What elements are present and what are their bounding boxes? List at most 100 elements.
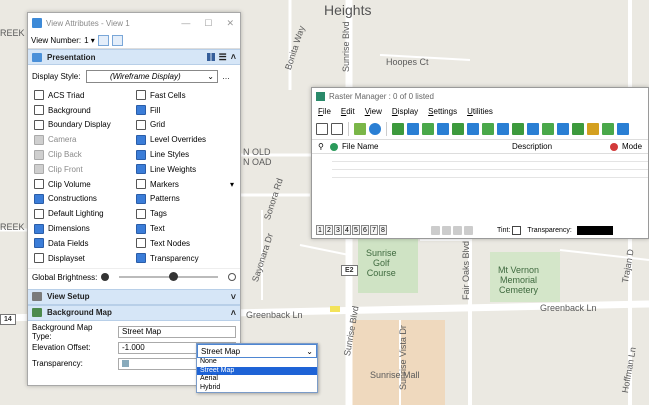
menu-display[interactable]: Display: [392, 107, 418, 116]
view-toggle-2[interactable]: 2: [325, 225, 333, 235]
background-map-type-field[interactable]: Street Map: [118, 325, 236, 338]
file-name-column-header[interactable]: File Name: [342, 142, 512, 151]
raster-list-row[interactable]: [332, 154, 648, 162]
attach-raster-icon[interactable]: [354, 122, 366, 135]
view-toggle-5[interactable]: 5: [352, 225, 360, 235]
presentation-section-header[interactable]: Presentation ☰ ˄: [28, 49, 240, 65]
sort-icon[interactable]: [331, 122, 343, 135]
raster-tool-5-icon[interactable]: [452, 122, 464, 135]
global-brightness-knob[interactable]: [168, 272, 178, 282]
raster-tool-1-icon[interactable]: [392, 122, 404, 135]
attribute-line-styles[interactable]: Line Styles: [136, 147, 234, 162]
raster-list-row[interactable]: [332, 170, 648, 178]
menu-file[interactable]: File: [318, 107, 331, 116]
print-icon[interactable]: [431, 225, 440, 235]
attribute-fast-cells[interactable]: Fast Cells: [136, 88, 234, 103]
background-map-section-header[interactable]: Background Map ˄: [28, 304, 240, 321]
raster-tool-12-icon[interactable]: [557, 122, 569, 135]
view-toggle-8[interactable]: 8: [379, 225, 387, 235]
attribute-acs-triad[interactable]: ACS Triad: [34, 88, 132, 103]
attribute-clip-front[interactable]: Clip Front: [34, 162, 132, 177]
dropdown-option[interactable]: Street Map: [197, 366, 317, 376]
attribute-constructions[interactable]: Constructions: [34, 192, 132, 207]
view-toggle-6[interactable]: 6: [361, 225, 369, 235]
attribute-tags[interactable]: Tags: [136, 206, 234, 221]
raster-manager-titlebar[interactable]: Raster Manager : 0 of 0 listed: [312, 88, 648, 104]
attribute-data-fields[interactable]: Data Fields: [34, 236, 132, 251]
raster-tool-16-icon[interactable]: [617, 122, 629, 135]
attribute-fill[interactable]: Fill: [136, 103, 234, 118]
attribute-markers[interactable]: Markers ▾: [136, 177, 234, 192]
menu-settings[interactable]: Settings: [428, 107, 457, 116]
list-view-icon[interactable]: ☰: [219, 52, 227, 63]
attribute-text-nodes[interactable]: Text Nodes: [136, 236, 234, 251]
raster-tool-4-icon[interactable]: [437, 122, 449, 135]
dropdown-current[interactable]: Street Map ⌄: [197, 344, 317, 358]
raster-tool-14-icon[interactable]: [587, 122, 599, 135]
close-icon[interactable]: ✕: [226, 18, 234, 29]
mode-column-header[interactable]: Mode: [622, 142, 642, 151]
apply-view-icon[interactable]: [111, 35, 123, 46]
attribute-text[interactable]: Text: [136, 221, 234, 236]
menu-edit[interactable]: Edit: [341, 107, 355, 116]
raster-tool-2-icon[interactable]: [407, 122, 419, 135]
attribute-dimensions[interactable]: Dimensions: [34, 221, 132, 236]
tint-checkbox[interactable]: [512, 225, 522, 235]
attribute-clip-back[interactable]: Clip Back: [34, 147, 132, 162]
global-brightness-slider[interactable]: [119, 272, 218, 282]
copy-icon[interactable]: [442, 225, 451, 235]
pin-icon[interactable]: ⚲: [318, 142, 330, 151]
raster-tool-10-icon[interactable]: [527, 122, 539, 135]
raster-tool-11-icon[interactable]: [542, 122, 554, 135]
attribute-grid[interactable]: Grid: [136, 118, 234, 133]
view-toggle-3[interactable]: 3: [334, 225, 342, 235]
description-column-header[interactable]: Description: [512, 142, 610, 151]
minimize-icon[interactable]: —: [181, 18, 190, 29]
raster-tool-3-icon[interactable]: [422, 122, 434, 135]
collapse-chevron-icon[interactable]: ˄: [231, 52, 236, 62]
collapse-chevron-icon[interactable]: ˄: [231, 308, 236, 318]
view-setup-section-header[interactable]: View Setup ˅: [28, 288, 240, 305]
raster-tool-15-icon[interactable]: [602, 122, 614, 135]
maximize-icon[interactable]: ☐: [204, 18, 212, 29]
attribute-boundary-display[interactable]: Boundary Display: [34, 118, 132, 133]
attribute-displayset[interactable]: Displayset: [34, 251, 132, 266]
raster-tool-6-icon[interactable]: [467, 122, 479, 135]
view-toggle-7[interactable]: 7: [370, 225, 378, 235]
attribute-patterns[interactable]: Patterns: [136, 192, 234, 207]
expand-chevron-icon[interactable]: ˅: [231, 292, 236, 302]
attribute-background[interactable]: Background: [34, 103, 132, 118]
attribute-default-lighting[interactable]: Default Lighting: [34, 206, 132, 221]
raster-list-row[interactable]: [332, 162, 648, 170]
attribute-camera[interactable]: Camera: [34, 132, 132, 147]
raster-tool-13-icon[interactable]: [572, 122, 584, 135]
clip-icon[interactable]: [453, 225, 462, 235]
view-toggle-4[interactable]: 4: [343, 225, 351, 235]
raster-tool-8-icon[interactable]: [497, 122, 509, 135]
attribute-clip-volume[interactable]: Clip Volume: [34, 177, 132, 192]
list-view-icon[interactable]: [316, 122, 328, 135]
attribute-line-weights[interactable]: Line Weights: [136, 162, 234, 177]
menu-utilities[interactable]: Utilities: [467, 107, 493, 116]
dropdown-option[interactable]: None: [197, 358, 317, 367]
display-style-combo[interactable]: (Wireframe Display) ⌄: [86, 70, 218, 83]
markers-dropdown-icon[interactable]: ▾: [230, 180, 234, 189]
dropdown-option[interactable]: Aerial: [197, 375, 317, 384]
attribute-level-overrides[interactable]: Level Overrides: [136, 132, 234, 147]
grid-view-icon[interactable]: [206, 53, 215, 61]
raster-transparency-swatch[interactable]: [576, 225, 613, 235]
raster-tool-9-icon[interactable]: [512, 122, 524, 135]
globe-icon[interactable]: [369, 122, 381, 135]
display-style-more-button[interactable]: …: [222, 72, 230, 81]
background-map-type-dropdown[interactable]: Street Map ⌄ None Street Map Aerial Hybrid: [196, 343, 318, 394]
attribute-transparency[interactable]: Transparency: [136, 251, 234, 266]
mask-icon[interactable]: [464, 225, 473, 235]
dropdown-option[interactable]: Hybrid: [197, 384, 317, 393]
raster-tool-7-icon[interactable]: [482, 122, 494, 135]
view-attributes-titlebar[interactable]: View Attributes - View 1 — ☐ ✕: [28, 13, 240, 33]
view-toggle-1[interactable]: 1: [316, 225, 324, 235]
copy-view-icon[interactable]: [97, 35, 109, 46]
menu-view[interactable]: View: [365, 107, 382, 116]
view-number-select[interactable]: 1 ▾: [84, 36, 95, 45]
route-shield-14: 14: [0, 314, 16, 325]
